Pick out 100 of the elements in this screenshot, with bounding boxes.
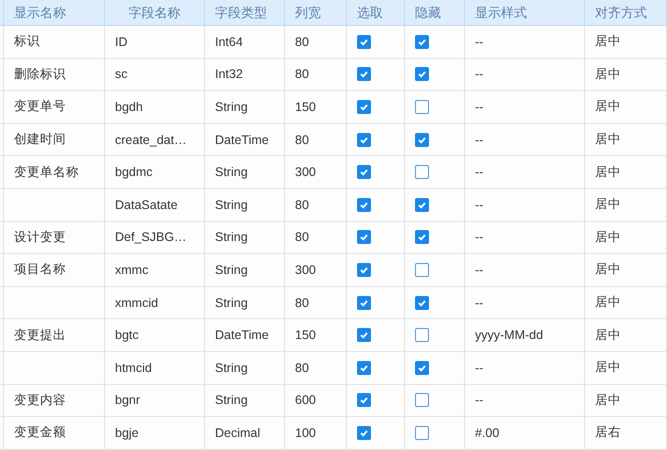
check-icon xyxy=(359,232,369,242)
table-cell: 删除标识 xyxy=(14,66,66,83)
check-icon xyxy=(359,298,369,308)
table-cell: 标识 xyxy=(14,33,40,50)
checkbox[interactable] xyxy=(415,198,429,212)
column-header[interactable]: 显示名称 xyxy=(4,0,105,26)
table-cell: 变更单名称 xyxy=(14,164,79,181)
table-cell: String xyxy=(215,165,248,180)
table-cell: -- xyxy=(475,230,484,244)
checkbox[interactable] xyxy=(415,230,429,244)
table-cell: 300 xyxy=(295,165,316,180)
checkbox[interactable] xyxy=(357,132,371,147)
table-cell: Int64 xyxy=(215,34,243,49)
column-header[interactable]: 隐藏 xyxy=(405,0,465,26)
table-cell: DataSatate xyxy=(115,198,178,212)
table-cell: ID xyxy=(115,34,128,49)
table-cell: String xyxy=(215,360,248,375)
table-cell: bgje xyxy=(115,426,139,440)
table-cell: 居中 xyxy=(595,261,621,278)
table-cell: 居右 xyxy=(595,424,621,442)
table-cell: bgtc xyxy=(115,328,139,342)
checkbox[interactable] xyxy=(357,296,371,310)
table-cell: String xyxy=(215,100,248,114)
checkbox[interactable] xyxy=(357,426,371,440)
column-header[interactable]: 字段类型 xyxy=(205,0,285,26)
checkbox[interactable] xyxy=(415,165,429,180)
table-cell: 居中 xyxy=(595,66,621,83)
table-cell: -- xyxy=(475,34,484,49)
checkbox[interactable] xyxy=(415,296,429,310)
table-cell: DateTime xyxy=(215,132,269,147)
table-cell: Decimal xyxy=(215,426,260,440)
table-cell: String xyxy=(215,262,248,277)
check-icon xyxy=(417,69,427,80)
table-cell: String xyxy=(215,296,248,310)
table-cell: -- xyxy=(475,67,484,82)
checkbox[interactable] xyxy=(357,360,371,375)
table-cell: 居中 xyxy=(595,33,621,50)
table-cell: 居中 xyxy=(595,131,621,148)
table-cell: 居中 xyxy=(595,326,621,344)
table-cell: 150 xyxy=(295,328,316,342)
table-cell: Def_SJBG… xyxy=(115,230,187,244)
checkbox[interactable] xyxy=(357,328,371,342)
table-cell: 设计变更 xyxy=(14,228,66,246)
table-cell: -- xyxy=(475,132,484,147)
check-icon xyxy=(359,395,369,406)
table-cell: String xyxy=(215,230,248,244)
check-icon xyxy=(359,362,369,373)
table-cell: 80 xyxy=(295,296,309,310)
table-cell: 80 xyxy=(295,34,309,49)
table-cell: 居中 xyxy=(595,392,621,409)
column-header[interactable]: 列宽 xyxy=(285,0,347,26)
table-cell: #.00 xyxy=(475,426,500,440)
table-cell: Int32 xyxy=(215,67,243,82)
checkbox[interactable] xyxy=(357,34,371,49)
table-cell: -- xyxy=(475,198,484,212)
table-cell: 创建时间 xyxy=(14,131,66,148)
table-cell: 变更提出 xyxy=(14,326,66,344)
table-cell: 600 xyxy=(295,393,316,408)
table-cell: -- xyxy=(475,262,484,277)
table-cell: bgdmc xyxy=(115,165,153,180)
checkbox[interactable] xyxy=(415,360,429,375)
checkbox[interactable] xyxy=(415,34,429,49)
table-cell: 80 xyxy=(295,132,309,147)
checkbox[interactable] xyxy=(357,165,371,180)
checkbox[interactable] xyxy=(415,67,429,82)
table-cell: sc xyxy=(115,67,128,82)
table-cell: xmmcid xyxy=(115,296,158,310)
checkbox[interactable] xyxy=(357,230,371,244)
check-icon xyxy=(359,69,369,80)
table-cell: 居中 xyxy=(595,294,621,312)
checkbox[interactable] xyxy=(357,393,371,408)
table-cell: bgnr xyxy=(115,393,140,408)
column-header[interactable]: 字段名称 xyxy=(105,0,205,26)
checkbox[interactable] xyxy=(415,262,429,277)
table-cell: htmcid xyxy=(115,360,152,375)
table-cell: String xyxy=(215,393,248,408)
column-header[interactable]: 选取 xyxy=(347,0,405,26)
checkbox[interactable] xyxy=(357,198,371,212)
table-cell: -- xyxy=(475,165,484,180)
table-cell: 居中 xyxy=(595,164,621,181)
column-header[interactable]: 对齐方式 xyxy=(585,0,667,26)
check-icon xyxy=(417,232,427,242)
checkbox[interactable] xyxy=(415,100,429,114)
checkbox[interactable] xyxy=(415,393,429,408)
table-cell: DateTime xyxy=(215,328,269,342)
check-icon xyxy=(417,200,427,210)
checkbox[interactable] xyxy=(357,67,371,82)
checkbox[interactable] xyxy=(415,328,429,342)
check-icon xyxy=(417,362,427,373)
checkbox[interactable] xyxy=(357,100,371,114)
check-icon xyxy=(359,102,369,112)
table-cell: -- xyxy=(475,360,484,375)
checkbox[interactable] xyxy=(415,132,429,147)
table-cell: -- xyxy=(475,100,484,114)
column-header[interactable]: 显示样式 xyxy=(465,0,585,26)
table-cell: String xyxy=(215,198,248,212)
table-cell: yyyy-MM-dd xyxy=(475,328,544,342)
table-cell: 80 xyxy=(295,230,309,244)
checkbox[interactable] xyxy=(357,262,371,277)
checkbox[interactable] xyxy=(415,426,429,440)
